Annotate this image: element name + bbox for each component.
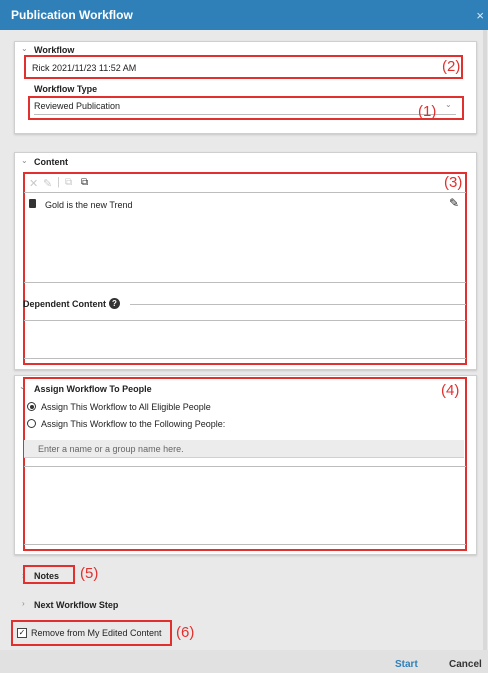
people-list-top-line [24,466,466,467]
people-search-input[interactable]: Enter a name or a group name here. [24,440,464,458]
callout-6: (6) [176,624,195,641]
callout-1: (1) [418,103,437,120]
next-workflow-step-toggle[interactable]: Next Workflow Step [34,600,118,610]
delete-icon[interactable]: ✕ [29,177,38,190]
copy-icon[interactable]: ⧉ [65,177,72,188]
start-button[interactable]: Start [395,659,418,670]
edit-icon[interactable]: ✎ [43,177,52,190]
pencil-icon[interactable]: ✎ [449,196,459,210]
people-list-bottom-line [24,544,466,545]
remove-checkbox[interactable]: ✓ [17,628,27,638]
scrollbar[interactable] [483,30,487,650]
dependent-list-top-line [24,320,466,321]
workflow-section-label: Workflow [34,45,75,55]
radio-all-people-label: Assign This Workflow to All Eligible Peo… [41,402,211,412]
callout-2: (2) [442,58,461,75]
cancel-button[interactable]: Cancel [449,659,482,670]
dependent-content-label: Dependent Content [23,299,106,309]
toolbar-divider: | [57,176,60,188]
radio-all-people[interactable] [27,402,36,411]
radio-following-people[interactable] [27,419,36,428]
workflow-type-select[interactable]: Reviewed Publication [34,101,120,111]
dependent-list-bottom-line [24,358,466,359]
callout-3: (3) [444,174,463,191]
chevron-down-icon[interactable]: ⌄ [19,382,26,391]
workflow-type-label: Workflow Type [34,84,98,94]
chevron-down-icon[interactable]: ⌄ [445,100,452,109]
chevron-right-icon[interactable]: › [22,599,25,608]
radio-following-people-label: Assign This Workflow to the Following Pe… [41,419,226,429]
chevron-down-icon[interactable]: ⌄ [21,44,28,53]
dependent-header-line [130,304,466,305]
notes-toggle[interactable]: Notes [34,571,59,581]
callout-5: (5) [80,565,99,582]
chevron-down-icon[interactable]: ⌄ [21,156,28,165]
people-search-placeholder: Enter a name or a group name here. [38,444,184,454]
content-list-bottom-line [24,282,466,283]
content-item-title[interactable]: Gold is the new Trend [45,200,133,210]
document-icon [29,199,36,208]
remove-checkbox-label: Remove from My Edited Content [31,628,162,638]
window-title: Publication Workflow [11,8,133,22]
close-icon[interactable]: × [476,8,484,23]
callout-4: (4) [441,382,460,399]
window-titlebar: Publication Workflow × [0,0,488,30]
workflow-name-field[interactable]: Rick 2021/11/23 11:52 AM [32,63,136,73]
select-underline [34,114,456,115]
help-icon[interactable]: ? [109,298,120,309]
toolbar-divider-line [24,192,466,193]
assign-section-label: Assign Workflow To People [34,384,152,394]
content-section-label: Content [34,157,68,167]
paste-icon[interactable]: ⧉ [81,177,88,188]
